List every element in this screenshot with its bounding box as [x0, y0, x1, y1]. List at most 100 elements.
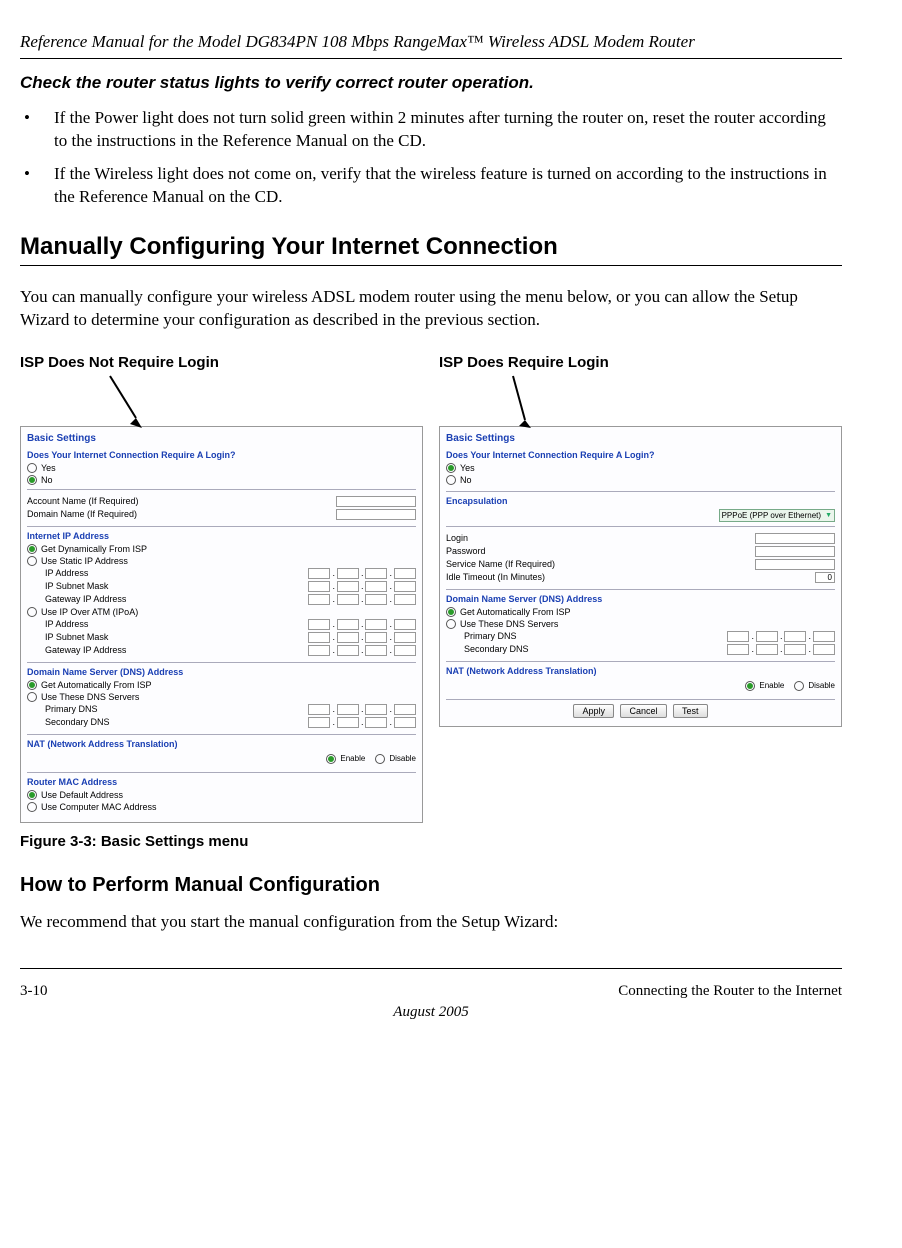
figure-left: ISP Does Not Require Login Basic Setting…: [20, 354, 423, 823]
panel-title: Basic Settings: [27, 433, 416, 444]
ip-address-label: IP Address: [45, 619, 308, 629]
arrow-icon: [106, 374, 154, 434]
section-heading: Manually Configuring Your Internet Conne…: [20, 233, 842, 261]
arrow-icon: [509, 374, 557, 434]
panel-title: Basic Settings: [446, 433, 835, 444]
mac-heading: Router MAC Address: [27, 772, 416, 787]
radio-static[interactable]: [27, 556, 37, 566]
radio-yes[interactable]: [27, 463, 37, 473]
radio-dynamic[interactable]: [27, 544, 37, 554]
bullet-text: If the Wireless light does not come on, …: [54, 163, 842, 209]
password-label: Password: [446, 546, 755, 556]
apply-button[interactable]: Apply: [573, 704, 614, 718]
right-caption: ISP Does Require Login: [439, 354, 842, 426]
test-button[interactable]: Test: [673, 704, 708, 718]
subsection-heading: How to Perform Manual Configuration: [20, 874, 842, 897]
radio-label: No: [460, 475, 472, 485]
password-input[interactable]: [755, 546, 835, 557]
right-caption-text: ISP Does Require Login: [439, 354, 609, 371]
radio-dns-auto[interactable]: [27, 680, 37, 690]
body-paragraph: We recommend that you start the manual c…: [20, 911, 842, 934]
radio-label: Use Computer MAC Address: [41, 802, 157, 812]
radio-dns-auto[interactable]: [446, 607, 456, 617]
primary-dns-input[interactable]: ...: [308, 704, 416, 715]
service-name-label: Service Name (If Required): [446, 559, 755, 569]
secondary-dns-input[interactable]: ...: [727, 644, 835, 655]
radio-nat-enable[interactable]: [745, 681, 755, 691]
intro-paragraph: You can manually configure your wireless…: [20, 286, 842, 332]
select-value: PPPoE (PPP over Ethernet): [722, 511, 821, 520]
subnet-label: IP Subnet Mask: [45, 581, 308, 591]
radio-nat-disable[interactable]: [375, 754, 385, 764]
idle-timeout-input[interactable]: 0: [815, 572, 835, 583]
radio-label: Enable: [759, 681, 784, 690]
subnet-input[interactable]: ...: [308, 581, 416, 592]
subnet-input[interactable]: ...: [308, 632, 416, 643]
ip-heading: Internet IP Address: [27, 526, 416, 541]
domain-name-input[interactable]: [336, 509, 416, 520]
dns-heading: Domain Name Server (DNS) Address: [27, 662, 416, 677]
account-name-input[interactable]: [336, 496, 416, 507]
radio-label: Disable: [808, 681, 835, 690]
nat-heading: NAT (Network Address Translation): [446, 661, 835, 676]
radio-label: Yes: [41, 463, 56, 473]
radio-label: Use Static IP Address: [41, 556, 128, 566]
radio-label: Use These DNS Servers: [460, 619, 558, 629]
radio-label: Get Dynamically From ISP: [41, 544, 147, 554]
radio-label: No: [41, 475, 53, 485]
bullet-icon: •: [20, 107, 54, 153]
login-label: Login: [446, 533, 755, 543]
secondary-dns-input[interactable]: ...: [308, 717, 416, 728]
running-header: Reference Manual for the Model DG834PN 1…: [20, 32, 842, 52]
button-row: Apply Cancel Test: [446, 699, 835, 718]
radio-label: Use Default Address: [41, 790, 123, 800]
radio-nat-enable[interactable]: [326, 754, 336, 764]
radio-label: Get Automatically From ISP: [41, 680, 152, 690]
secondary-dns-label: Secondary DNS: [45, 717, 308, 727]
radio-dns-use[interactable]: [446, 619, 456, 629]
ip-address-input[interactable]: ...: [308, 568, 416, 579]
account-name-label: Account Name (If Required): [27, 496, 336, 506]
header-rule: [20, 58, 842, 59]
figure-right: ISP Does Require Login Basic Settings Do…: [439, 354, 842, 727]
section-rule: [20, 265, 842, 266]
figure-caption: Figure 3-3: Basic Settings menu: [20, 833, 842, 850]
service-name-input[interactable]: [755, 559, 835, 570]
left-caption: ISP Does Not Require Login: [20, 354, 423, 426]
login-question: Does Your Internet Connection Require A …: [27, 450, 416, 460]
encapsulation-select[interactable]: PPPoE (PPP over Ethernet)▼: [719, 509, 835, 522]
radio-label: Disable: [389, 754, 416, 763]
page-number: 3-10: [20, 983, 48, 1000]
radio-no[interactable]: [27, 475, 37, 485]
login-question: Does Your Internet Connection Require A …: [446, 450, 835, 460]
radio-yes[interactable]: [446, 463, 456, 473]
figure-row: ISP Does Not Require Login Basic Setting…: [20, 354, 842, 823]
settings-panel-right: Basic Settings Does Your Internet Connec…: [439, 426, 842, 727]
primary-dns-input[interactable]: ...: [727, 631, 835, 642]
encapsulation-heading: Encapsulation: [446, 491, 835, 506]
radio-mac-default[interactable]: [27, 790, 37, 800]
secondary-dns-label: Secondary DNS: [464, 644, 727, 654]
dns-heading: Domain Name Server (DNS) Address: [446, 589, 835, 604]
list-item: • If the Power light does not turn solid…: [20, 107, 842, 153]
idle-timeout-label: Idle Timeout (In Minutes): [446, 572, 815, 582]
radio-mac-computer[interactable]: [27, 802, 37, 812]
radio-nat-disable[interactable]: [794, 681, 804, 691]
step-heading: Check the router status lights to verify…: [20, 73, 842, 93]
radio-dns-use[interactable]: [27, 692, 37, 702]
ip-address-input[interactable]: ...: [308, 619, 416, 630]
login-input[interactable]: [755, 533, 835, 544]
nat-heading: NAT (Network Address Translation): [27, 734, 416, 749]
radio-no[interactable]: [446, 475, 456, 485]
primary-dns-label: Primary DNS: [464, 631, 727, 641]
footer-rule: [20, 968, 842, 969]
radio-label: Get Automatically From ISP: [460, 607, 571, 617]
primary-dns-label: Primary DNS: [45, 704, 308, 714]
gateway-input[interactable]: ...: [308, 645, 416, 656]
radio-label: Use These DNS Servers: [41, 692, 139, 702]
ip-address-label: IP Address: [45, 568, 308, 578]
gateway-label: Gateway IP Address: [45, 645, 308, 655]
radio-ipoa[interactable]: [27, 607, 37, 617]
cancel-button[interactable]: Cancel: [620, 704, 666, 718]
gateway-input[interactable]: ...: [308, 594, 416, 605]
